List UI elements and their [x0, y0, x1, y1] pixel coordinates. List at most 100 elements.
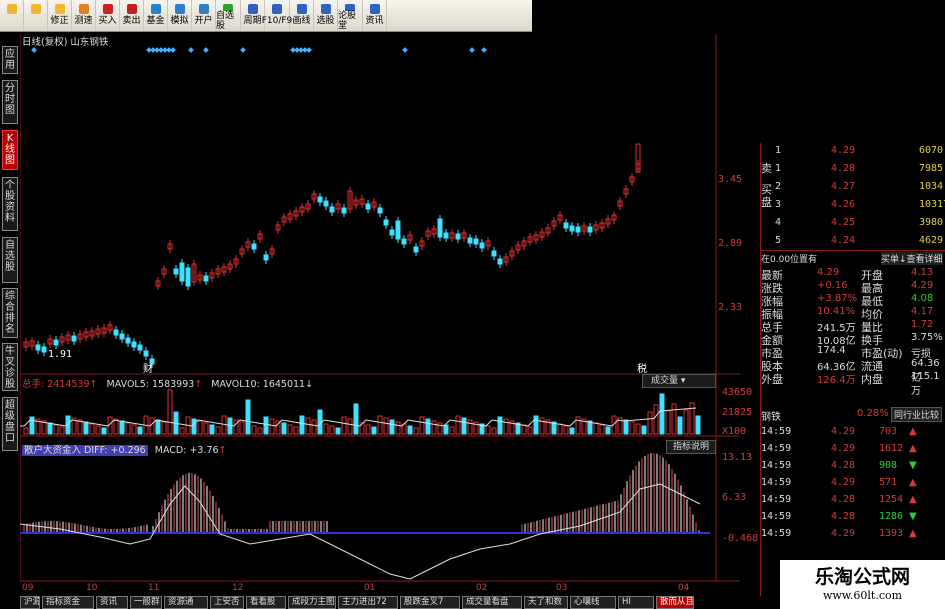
event-marker[interactable]	[31, 47, 37, 53]
event-marker[interactable]	[188, 47, 194, 53]
candle	[125, 337, 131, 344]
left-tab-4[interactable]: 自选股	[2, 237, 18, 283]
toolbar-account-button[interactable]: 开户	[192, 0, 216, 31]
industry-name: 钢铁	[761, 412, 781, 423]
candle	[173, 268, 179, 275]
event-marker[interactable]	[170, 47, 176, 53]
tick-time: 14:59	[761, 443, 792, 454]
month-label: 12	[232, 583, 244, 593]
candle	[473, 238, 479, 245]
volume-bar	[59, 426, 65, 435]
order-level: 1	[775, 163, 782, 174]
candle	[119, 333, 125, 340]
order-row: 1 4.29 6070	[761, 145, 945, 163]
toolbar-fund-button[interactable]: 基金	[144, 0, 168, 31]
left-tab-5[interactable]: 综合排名	[2, 288, 18, 338]
bottom-tab[interactable]: 看看股	[246, 596, 286, 609]
toolbar-watch-button[interactable]: 自选股	[216, 0, 241, 31]
mavol5: MAVOL5: 1583993	[106, 379, 195, 390]
bottom-tab[interactable]: 散而从且出人	[656, 596, 694, 609]
toolbar-sell-button[interactable]: 卖出	[120, 0, 144, 31]
toolbar-label: 开户	[194, 16, 213, 26]
volume-select[interactable]: 成交量 ▾	[642, 374, 716, 388]
candle	[377, 207, 383, 214]
event-marker[interactable]	[402, 47, 408, 53]
toolbar-forum-button[interactable]: 论股堂	[338, 0, 363, 31]
event-marker[interactable]	[469, 47, 475, 53]
bottom-tab[interactable]: 一般群	[130, 596, 162, 609]
quote-value: 4.08	[911, 293, 934, 304]
volume-bar	[191, 418, 197, 435]
toolbar: 修正 测速 买入 卖出 基金 模拟 开户 自选股 周期 F10/F9 画线 选股 论股堂 资讯	[0, 0, 532, 32]
volume-bar	[503, 418, 509, 435]
toolbar-sim-button[interactable]: 模拟	[168, 0, 192, 31]
toolbar-revise-button[interactable]: 修正	[48, 0, 72, 31]
bottom-tab[interactable]: 主力进出72	[338, 596, 398, 609]
order-row: 4 4.25 3980	[761, 217, 945, 235]
bottom-tab[interactable]: 沪源	[20, 596, 40, 609]
position-text: 在0.00位置有	[761, 255, 818, 265]
bottom-tab[interactable]: 上安否	[210, 596, 244, 609]
event-marker[interactable]	[203, 47, 209, 53]
toolbar-f10-button[interactable]: F10/F9	[261, 0, 293, 31]
bottom-tab[interactable]: 成交量看盘	[462, 596, 522, 609]
quote-value: 174.4	[817, 345, 846, 356]
total-volume: 总手: 2414539	[22, 379, 90, 390]
bottom-tab[interactable]: 资讯	[96, 596, 128, 609]
tick-price: 4.28	[831, 460, 856, 471]
order-detail-link[interactable]: 买单↓查看详细	[881, 252, 943, 265]
bottom-tab[interactable]: 天了和数	[524, 596, 568, 609]
toolbar-home-button[interactable]	[0, 0, 24, 31]
volume-bar	[635, 423, 641, 435]
volume-bar	[413, 427, 419, 435]
watermark: 乐淘公式网 www.60lt.com	[780, 560, 945, 609]
volume-bar	[101, 427, 107, 435]
event-marker[interactable]	[481, 47, 487, 53]
bottom-tab[interactable]: 股跌金叉7	[400, 596, 460, 609]
sell-icon	[126, 4, 137, 14]
volume-bar	[623, 419, 629, 435]
toolbar-speed-button[interactable]: 测速	[72, 0, 96, 31]
toolbar-label: 画线	[292, 16, 311, 26]
left-tab-3[interactable]: 个股资料	[2, 177, 18, 231]
event-marker[interactable]	[306, 47, 312, 53]
toolbar-label: F10/F9	[261, 16, 293, 26]
volume-bar	[497, 416, 503, 435]
toolbar-back-button[interactable]	[24, 0, 48, 31]
bottom-tab[interactable]: 心嚷线	[570, 596, 616, 609]
left-tab-7[interactable]: 超级盘口	[2, 397, 18, 451]
candle	[179, 262, 185, 282]
toolbar-news-button[interactable]: 资讯	[363, 0, 387, 31]
left-tab-1[interactable]: 分时图	[2, 80, 18, 124]
left-tab-0[interactable]: 应用	[2, 46, 18, 74]
volume-bar	[323, 423, 329, 435]
event-marker[interactable]	[240, 47, 246, 53]
toolbar-buy-button[interactable]: 买入	[96, 0, 120, 31]
tick-volume: 703	[879, 426, 898, 437]
bottom-tab[interactable]: 指标资金	[42, 596, 94, 609]
indicator-help-button[interactable]: 指标说明	[666, 440, 716, 454]
tick-volume: 571	[879, 477, 898, 488]
bottom-tab[interactable]: 资源通	[164, 596, 208, 609]
volume-bar	[329, 425, 335, 435]
buy-label: 买盘	[761, 183, 772, 209]
toolbar-draw-button[interactable]: 画线	[290, 0, 314, 31]
volume-bar	[467, 419, 473, 435]
candle	[587, 226, 593, 233]
toolbar-label: 基金	[146, 16, 165, 26]
toolbar-pick-button[interactable]: 选股	[314, 0, 338, 31]
industry-compare-button[interactable]: 同行业比较	[891, 407, 943, 422]
kline-chart[interactable]	[20, 34, 760, 596]
bottom-tab[interactable]: 成段力主图副图	[288, 596, 336, 609]
left-tab-2[interactable]: K线图	[2, 130, 18, 170]
speed-icon	[78, 4, 89, 14]
volume-bar	[677, 416, 683, 435]
order-level: 4	[775, 217, 782, 228]
industry-pct: 0.28%	[857, 408, 889, 419]
vol-label-mid: 21825	[722, 407, 753, 418]
month-label: 11	[148, 583, 160, 593]
volume-bar	[197, 420, 203, 435]
volume-bar	[659, 393, 665, 435]
bottom-tab[interactable]: HI	[618, 596, 654, 609]
left-tab-6[interactable]: 牛叉诊股	[2, 343, 18, 391]
